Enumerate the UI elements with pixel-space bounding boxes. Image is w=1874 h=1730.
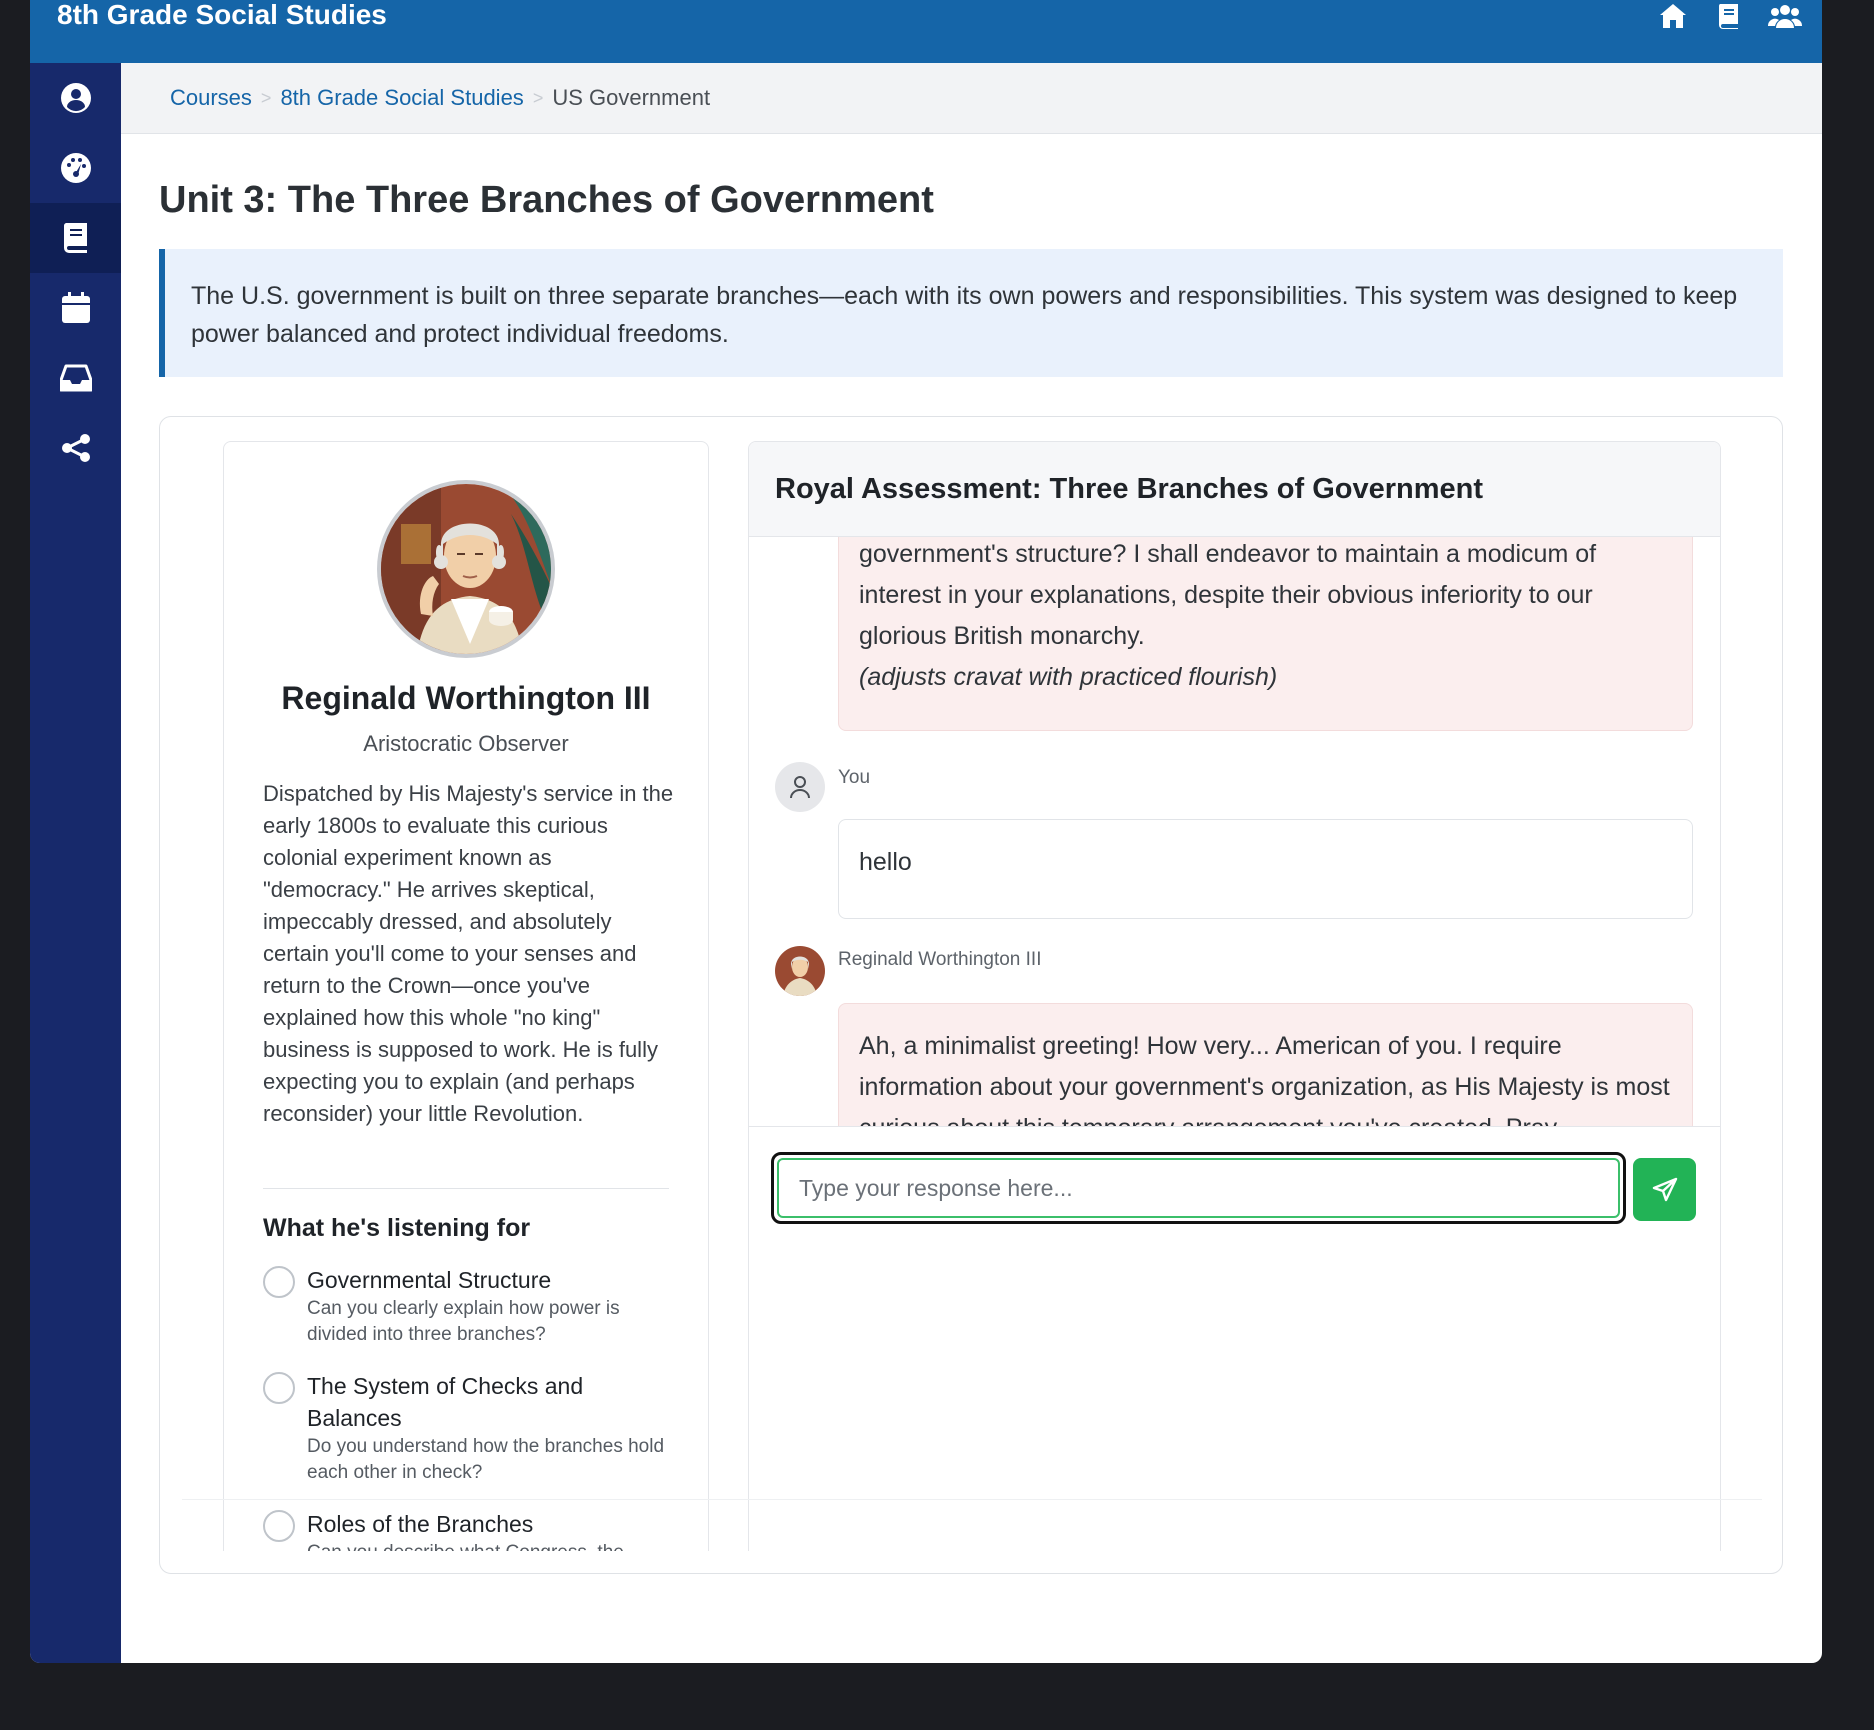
sidebar-item-share[interactable] (30, 413, 121, 483)
criterion-desc: Can you describe what Congress, the (307, 1540, 624, 1551)
character-name: Reginald Worthington III (281, 680, 651, 716)
sidebar-item-courses[interactable] (30, 203, 121, 273)
breadcrumb-current: US Government (552, 85, 711, 110)
home-icon[interactable] (1656, 0, 1690, 32)
sidebar-item-inbox[interactable] (30, 343, 121, 413)
book-icon (63, 223, 87, 253)
criterion-desc: Do you understand how the branches hold … (307, 1436, 665, 1483)
dashboard-icon (60, 153, 91, 183)
criterion-item: The System of Checks and Balances Do you… (263, 1370, 675, 1486)
assessment-card: Reginald Worthington III Aristocratic Ob… (159, 416, 1783, 1574)
divider (182, 1499, 1762, 1500)
user-avatar (775, 762, 825, 812)
message-stage-direction: (adjusts cravat with practiced flourish) (859, 663, 1278, 691)
users-icon[interactable] (1768, 0, 1802, 32)
message-text: Ah, a minimalist greeting! How very... A… (859, 1032, 1670, 1126)
user-circle-icon (60, 83, 91, 113)
response-input[interactable] (777, 1158, 1620, 1218)
sender-label: Reginald Worthington III (838, 949, 1042, 970)
character-avatar (377, 480, 555, 658)
sidebar-item-profile[interactable] (30, 63, 121, 133)
character-avatar-small (775, 946, 825, 996)
sidebar-item-calendar[interactable] (30, 273, 121, 343)
page-title: Unit 3: The Three Branches of Government (159, 179, 934, 221)
breadcrumb-separator: > (532, 87, 544, 108)
calendar-icon (61, 292, 90, 323)
character-bio: Dispatched by His Majesty's service in t… (263, 781, 674, 1126)
message-list[interactable]: government's structure? I shall endeavor… (749, 537, 1720, 1127)
sidebar-item-dashboard[interactable] (30, 133, 121, 203)
breadcrumb: Courses > 8th Grade Social Studies > US … (121, 63, 1822, 134)
send-icon (1652, 1177, 1677, 1201)
criteria-list: Governmental Structure Can you clearly e… (263, 1264, 675, 1551)
send-button[interactable] (1633, 1158, 1696, 1221)
criterion-title: Roles of the Branches (307, 1511, 534, 1537)
criterion-desc: Can you clearly explain how power is div… (307, 1298, 620, 1345)
breadcrumb-courses[interactable]: Courses (170, 85, 252, 111)
book-icon[interactable] (1712, 0, 1746, 32)
app-title: 8th Grade Social Studies (57, 0, 387, 30)
bot-message: government's structure? I shall endeavor… (838, 537, 1693, 731)
breadcrumb-course[interactable]: 8th Grade Social Studies (280, 85, 523, 111)
share-icon (61, 434, 90, 462)
chat-panel: Royal Assessment: Three Branches of Gove… (748, 441, 1721, 1551)
top-bar: 8th Grade Social Studies (30, 0, 1822, 63)
criterion-title: Governmental Structure (307, 1267, 552, 1293)
bot-message: Ah, a minimalist greeting! How very... A… (838, 1003, 1693, 1126)
intro-callout: The U.S. government is built on three se… (159, 249, 1783, 377)
inbox-icon (59, 364, 92, 392)
character-profile: Reginald Worthington III Aristocratic Ob… (223, 441, 709, 1551)
main-content: Unit 3: The Three Branches of Government… (121, 134, 1822, 1663)
message-text: hello (859, 848, 912, 876)
character-role: Aristocratic Observer (363, 731, 569, 756)
app-window: 8th Grade Social Studies Courses > 8th G… (30, 0, 1822, 1663)
criterion-title: The System of Checks and Balances (307, 1373, 584, 1431)
user-icon (790, 776, 810, 799)
response-composer (771, 1152, 1626, 1224)
criterion-radio[interactable] (263, 1266, 295, 1298)
listening-heading: What he's listening for (263, 1214, 531, 1242)
criterion-radio[interactable] (263, 1372, 295, 1404)
sender-label: You (838, 767, 871, 788)
top-nav (1656, 0, 1802, 32)
message-text: government's structure? I shall endeavor… (859, 540, 1597, 650)
sidebar (30, 63, 121, 1663)
breadcrumb-separator: > (260, 87, 272, 108)
user-message: hello (838, 819, 1693, 919)
criterion-item: Roles of the Branches Can you describe w… (263, 1508, 675, 1551)
criterion-radio[interactable] (263, 1510, 295, 1542)
divider (263, 1188, 669, 1189)
criterion-item: Governmental Structure Can you clearly e… (263, 1264, 675, 1348)
chat-title: Royal Assessment: Three Branches of Gove… (749, 442, 1720, 537)
